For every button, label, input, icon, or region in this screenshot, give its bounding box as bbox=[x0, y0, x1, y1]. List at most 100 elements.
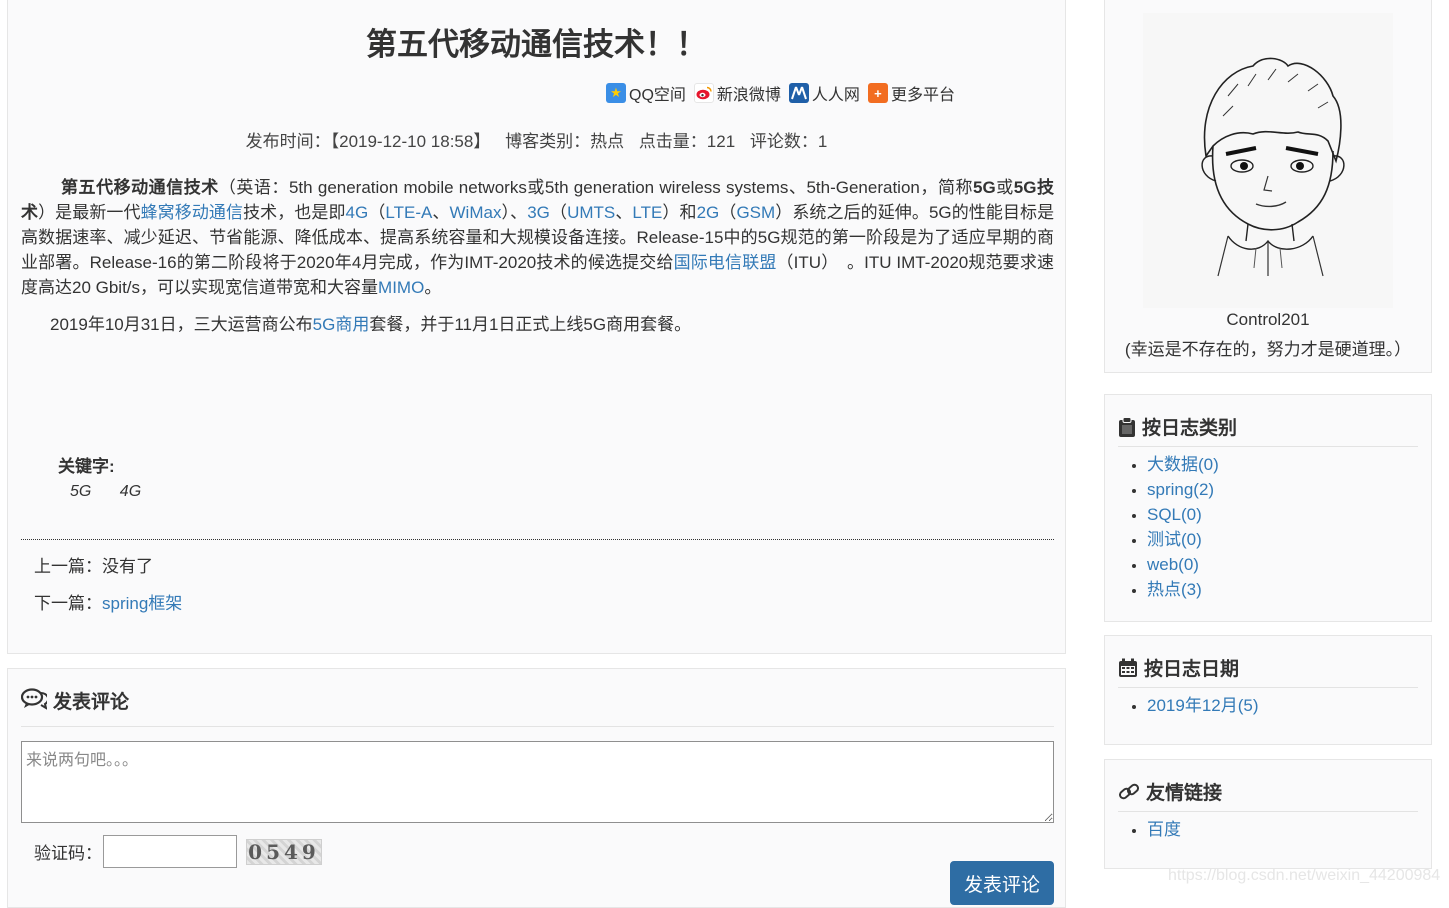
article-title: 第五代移动通信技术！！ bbox=[366, 27, 707, 62]
category-heading-text: 按日志类别 bbox=[1142, 418, 1238, 439]
links-panel: 友情链接 百度 bbox=[1104, 759, 1432, 869]
friend-link-item: 百度 bbox=[1147, 817, 1181, 842]
paragraph-text: （英语：5th generation mobile networks或5th g… bbox=[218, 178, 974, 197]
inline-link[interactable]: 4G bbox=[346, 203, 369, 222]
date-link[interactable]: 2019年12月(5) bbox=[1147, 696, 1259, 715]
paragraph-text: 。 bbox=[424, 278, 442, 297]
comment-count: 评论数：1 bbox=[749, 132, 828, 151]
date-list: 2019年12月(5) bbox=[1125, 693, 1259, 718]
paragraph-text: 2019年10月31日，三大运营商公布 bbox=[50, 315, 313, 334]
share-weibo-label: 新浪微博 bbox=[716, 87, 781, 104]
paragraph-text: ）和 bbox=[662, 203, 697, 222]
share-more-label: 更多平台 bbox=[890, 87, 955, 104]
comment-icon bbox=[21, 688, 47, 710]
keywords-label: 关键字: bbox=[58, 457, 115, 476]
category-item: 热点(3) bbox=[1147, 577, 1219, 602]
share-bar: ★ QQ空间 新浪微博 人人网 + 更多平台 bbox=[606, 81, 963, 105]
captcha-label: 验证码： bbox=[34, 844, 102, 863]
next-post: 下一篇：spring框架 bbox=[34, 589, 182, 614]
paragraph-text: ）、 bbox=[501, 203, 528, 222]
paragraph-text: 或 bbox=[995, 178, 1014, 197]
inline-link[interactable]: 2G bbox=[697, 203, 720, 222]
prev-post-label: 上一篇： bbox=[34, 557, 102, 576]
next-post-label: 下一篇： bbox=[34, 594, 102, 613]
comment-heading: 发表评论 bbox=[21, 687, 1054, 727]
comment-textarea[interactable] bbox=[21, 741, 1054, 823]
prev-post-value: 没有了 bbox=[102, 557, 153, 576]
keywords-block: 关键字: 5G 4G bbox=[58, 452, 165, 501]
paragraph-text: 、 bbox=[615, 203, 633, 222]
category-panel: 按日志类别 大数据(0) spring(2) SQL(0) 测试(0) web(… bbox=[1104, 394, 1432, 622]
bold-term: 第五代移动通信技术 bbox=[61, 178, 219, 197]
keyword-tag: 4G bbox=[119, 483, 142, 500]
inline-link[interactable]: 蜂窝移动通信 bbox=[141, 203, 243, 222]
paragraph-text: ）是最新一代 bbox=[38, 203, 141, 222]
inline-link[interactable]: LTE bbox=[632, 203, 662, 222]
bold-term: 5G bbox=[973, 178, 996, 197]
weibo-icon bbox=[693, 83, 714, 103]
divider bbox=[21, 539, 1054, 540]
submit-comment-button[interactable]: 发表评论 bbox=[950, 861, 1054, 905]
category-item: spring(2) bbox=[1147, 477, 1219, 502]
category-link[interactable]: 热点(3) bbox=[1147, 580, 1202, 599]
friend-link[interactable]: 百度 bbox=[1147, 820, 1181, 839]
category-heading: 按日志类别 bbox=[1118, 407, 1418, 447]
link-icon bbox=[1118, 783, 1140, 799]
profile-panel: Control201 (幸运是不存在的，努力才是硬道理。） bbox=[1104, 0, 1432, 373]
article-paragraph: 2019年10月31日，三大运营商公布5G商用套餐，并于11月1日正式上线5G商… bbox=[21, 312, 1054, 337]
article-meta: 发布时间：【2019-12-10 18:58】 博客类别：热点 点击量：121 … bbox=[8, 127, 1065, 152]
date-heading-text: 按日志日期 bbox=[1144, 659, 1240, 680]
category-link[interactable]: spring(2) bbox=[1147, 480, 1214, 499]
inline-link[interactable]: WiMax bbox=[450, 203, 502, 222]
profile-motto: (幸运是不存在的，努力才是硬道理。） bbox=[1124, 340, 1412, 359]
inline-link[interactable]: 3G bbox=[527, 203, 550, 222]
comment-panel: 发表评论 验证码： 0549 发表评论 bbox=[7, 668, 1066, 908]
paragraph-text: 套餐，并于11月1日正式上线5G商用套餐。 bbox=[369, 315, 692, 334]
share-weibo[interactable]: 新浪微博 bbox=[693, 81, 781, 105]
inline-link[interactable]: LTE-A bbox=[385, 203, 432, 222]
share-renren-label: 人人网 bbox=[811, 87, 860, 104]
inline-link[interactable]: 5G商用 bbox=[313, 315, 370, 334]
article-body: 第五代移动通信技术（英语：5th generation mobile netwo… bbox=[21, 175, 1054, 337]
captcha-image[interactable]: 0549 bbox=[246, 839, 322, 865]
keywords-list: 5G 4G bbox=[58, 483, 165, 501]
profile-name: Control201 bbox=[1226, 310, 1310, 329]
category-list: 大数据(0) spring(2) SQL(0) 测试(0) web(0) 热点(… bbox=[1125, 452, 1219, 602]
inline-link[interactable]: GSM bbox=[736, 203, 775, 222]
inline-link[interactable]: MIMO bbox=[378, 278, 424, 297]
qzone-icon: ★ bbox=[606, 83, 626, 103]
category-item: 测试(0) bbox=[1147, 527, 1219, 552]
share-more[interactable]: + 更多平台 bbox=[867, 81, 955, 105]
avatar bbox=[1143, 13, 1393, 308]
category-item: web(0) bbox=[1147, 552, 1219, 577]
date-panel: 按日志日期 2019年12月(5) bbox=[1104, 635, 1432, 745]
links-list: 百度 bbox=[1125, 817, 1181, 842]
blog-category: 博客类别：热点 bbox=[505, 132, 625, 151]
captcha-input[interactable] bbox=[103, 835, 237, 868]
clipboard-icon bbox=[1119, 416, 1135, 437]
date-heading: 按日志日期 bbox=[1118, 648, 1418, 688]
next-post-link[interactable]: spring框架 bbox=[102, 594, 182, 613]
category-link[interactable]: 测试(0) bbox=[1147, 530, 1202, 549]
inline-link[interactable]: UMTS bbox=[567, 203, 615, 222]
category-link[interactable]: web(0) bbox=[1147, 555, 1199, 574]
paragraph-text: （ bbox=[719, 203, 737, 222]
category-item: SQL(0) bbox=[1147, 502, 1219, 527]
keyword-tag: 5G bbox=[70, 483, 92, 500]
paragraph-text: （ bbox=[549, 203, 568, 222]
inline-link[interactable]: 国际电信联盟 bbox=[674, 253, 777, 272]
watermark: https://blog.csdn.net/weixin_44200984 bbox=[1168, 867, 1441, 884]
paragraph-text: （ bbox=[368, 203, 386, 222]
article-panel: 第五代移动通信技术！！ ★ QQ空间 新浪微博 人人网 + 更多平台 发布时间：… bbox=[7, 0, 1066, 654]
paragraph-text: 技术，也是即 bbox=[243, 203, 346, 222]
share-qzone-label: QQ空间 bbox=[629, 87, 686, 104]
category-link[interactable]: SQL(0) bbox=[1147, 505, 1202, 524]
prev-post: 上一篇：没有了 bbox=[34, 552, 153, 577]
links-heading: 友情链接 bbox=[1118, 772, 1418, 812]
calendar-icon bbox=[1119, 658, 1137, 677]
click-count: 点击量：121 bbox=[638, 132, 736, 151]
category-link[interactable]: 大数据(0) bbox=[1147, 455, 1219, 474]
share-qzone[interactable]: ★ QQ空间 bbox=[606, 81, 686, 105]
renren-icon bbox=[788, 83, 809, 103]
share-renren[interactable]: 人人网 bbox=[788, 81, 860, 105]
